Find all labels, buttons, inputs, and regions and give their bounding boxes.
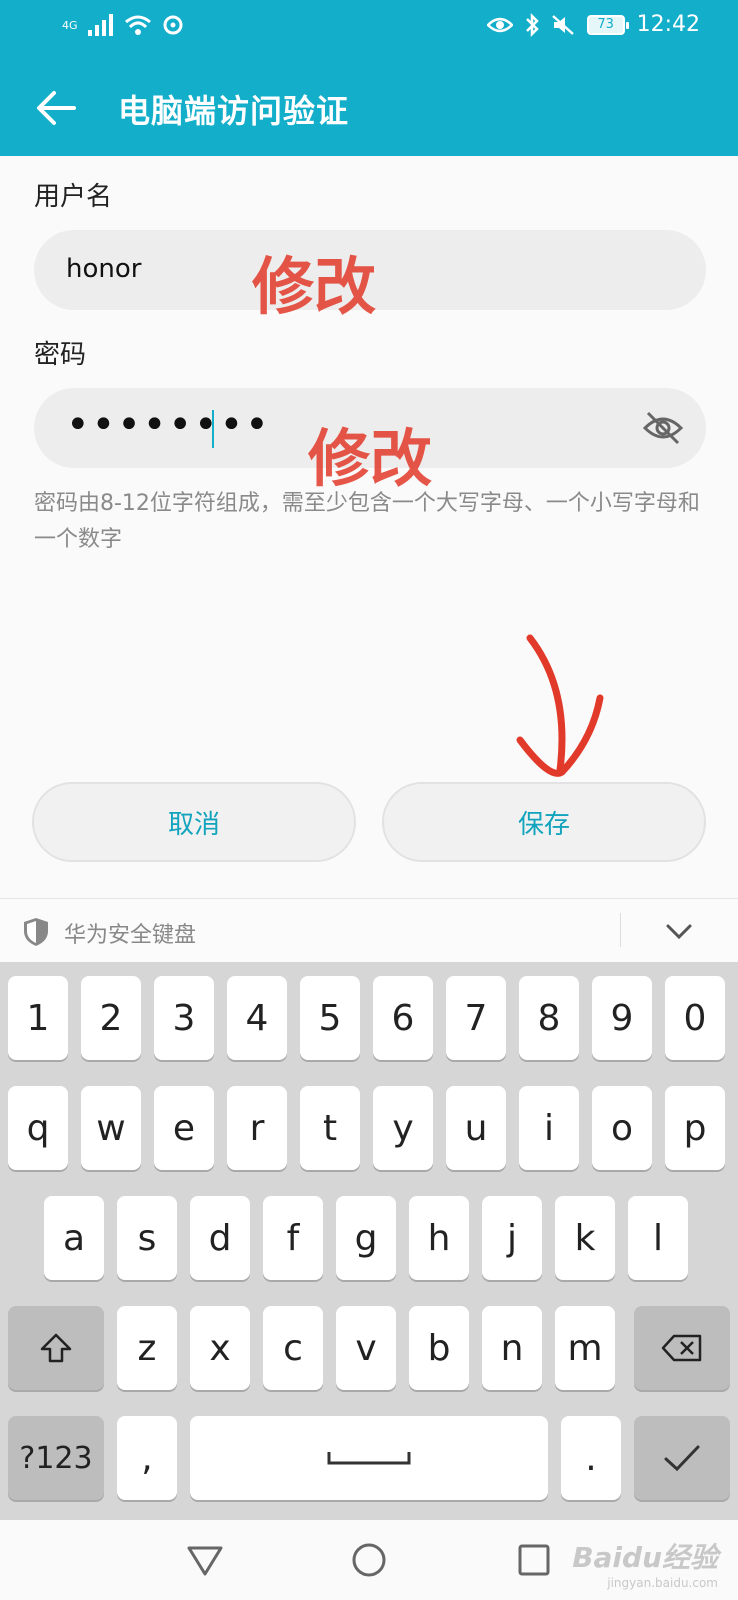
username-label: 用户名 xyxy=(34,182,113,212)
keyboard-header: 华为安全键盘 xyxy=(0,898,738,962)
bluetooth-icon xyxy=(525,12,539,37)
key[interactable]: d xyxy=(190,1196,250,1280)
key[interactable]: i xyxy=(519,1086,579,1170)
network-label: 4G xyxy=(62,18,78,32)
hotspot-icon xyxy=(163,15,183,35)
key[interactable]: 4 xyxy=(227,976,287,1060)
space-key[interactable] xyxy=(190,1416,548,1500)
status-bar: 4G 73 12:42 xyxy=(0,0,738,56)
key[interactable]: 7 xyxy=(446,976,506,1060)
key[interactable]: 8 xyxy=(519,976,579,1060)
key[interactable]: 0 xyxy=(665,976,725,1060)
symbols-key[interactable]: ?123 xyxy=(8,1416,104,1500)
key[interactable]: o xyxy=(592,1086,652,1170)
key[interactable]: v xyxy=(336,1306,396,1390)
password-label: 密码 xyxy=(34,340,87,370)
key[interactable]: s xyxy=(117,1196,177,1280)
annotation-edit-password: 修改 xyxy=(308,422,433,495)
key[interactable]: h xyxy=(409,1196,469,1280)
watermark-url: jingyan.baidu.com xyxy=(607,1576,718,1590)
mute-icon xyxy=(551,14,574,35)
key[interactable]: f xyxy=(263,1196,323,1280)
clock: 12:42 xyxy=(636,12,700,37)
save-button[interactable]: 保存 xyxy=(382,782,706,862)
watermark-brand: Baidu经验 xyxy=(572,1541,718,1574)
keyboard-title: 华为安全键盘 xyxy=(64,923,197,948)
key[interactable]: l xyxy=(628,1196,688,1280)
password-value: •••••••• xyxy=(66,402,271,448)
key[interactable]: c xyxy=(263,1306,323,1390)
eye-hidden-icon[interactable] xyxy=(642,408,684,448)
key[interactable]: a xyxy=(44,1196,104,1280)
shift-key[interactable] xyxy=(8,1306,104,1390)
chevron-down-icon[interactable] xyxy=(664,919,694,943)
backspace-key[interactable] xyxy=(634,1306,730,1390)
key[interactable]: y xyxy=(373,1086,433,1170)
header-divider xyxy=(620,913,621,947)
red-arrow-annotation xyxy=(516,634,604,777)
key[interactable]: b xyxy=(409,1306,469,1390)
key[interactable]: w xyxy=(81,1086,141,1170)
key[interactable]: g xyxy=(336,1196,396,1280)
key[interactable]: q xyxy=(8,1086,68,1170)
key[interactable]: e xyxy=(154,1086,214,1170)
key[interactable]: p xyxy=(665,1086,725,1170)
shield-icon xyxy=(24,918,48,946)
key[interactable]: t xyxy=(300,1086,360,1170)
username-value: honor xyxy=(66,254,142,284)
key[interactable]: z xyxy=(117,1306,177,1390)
system-nav-bar: Baidu经验 jingyan.baidu.com xyxy=(0,1520,738,1600)
key[interactable]: 6 xyxy=(373,976,433,1060)
watermark: Baidu经验 jingyan.baidu.com xyxy=(572,1536,718,1590)
key[interactable]: 3 xyxy=(154,976,214,1060)
page-title: 电脑端访问验证 xyxy=(118,92,350,130)
battery-indicator: 73 xyxy=(586,14,629,35)
shift-icon xyxy=(40,1333,72,1363)
key[interactable]: 1 xyxy=(8,976,68,1060)
key[interactable]: n xyxy=(482,1306,542,1390)
key[interactable]: 9 xyxy=(592,976,652,1060)
comma-key[interactable]: , xyxy=(117,1416,177,1500)
recents-square-icon[interactable] xyxy=(514,1540,554,1580)
key[interactable]: x xyxy=(190,1306,250,1390)
backspace-icon xyxy=(661,1334,702,1362)
home-circle-icon[interactable] xyxy=(349,1540,389,1580)
app-bar: 电脑端访问验证 xyxy=(0,56,738,156)
cancel-button[interactable]: 取消 xyxy=(32,782,356,862)
eye-comfort-icon xyxy=(486,17,513,32)
keyboard: 1 2 3 4 5 6 7 8 9 0 q w e r t y u i o p … xyxy=(0,962,738,1520)
key[interactable]: 5 xyxy=(300,976,360,1060)
key[interactable]: m xyxy=(555,1306,615,1390)
back-triangle-icon[interactable] xyxy=(185,1540,225,1580)
key[interactable]: j xyxy=(482,1196,542,1280)
space-bar-icon xyxy=(327,1452,411,1465)
password-hint: 密码由8-12位字符组成，需至少包含一个大写字母、一个小写字母和一个数字 xyxy=(34,491,700,552)
key[interactable]: k xyxy=(555,1196,615,1280)
status-left: 4G xyxy=(62,14,184,36)
period-key[interactable]: . xyxy=(561,1416,621,1500)
key[interactable]: 2 xyxy=(81,976,141,1060)
annotation-edit-username: 修改 xyxy=(252,250,377,323)
text-cursor xyxy=(212,410,214,448)
signal-icon xyxy=(87,14,113,36)
wifi-icon xyxy=(124,15,151,35)
status-right: 73 12:42 xyxy=(486,12,700,37)
key[interactable]: r xyxy=(227,1086,287,1170)
key[interactable]: u xyxy=(446,1086,506,1170)
enter-key[interactable] xyxy=(634,1416,730,1500)
back-arrow-icon[interactable] xyxy=(34,86,78,130)
checkmark-icon xyxy=(664,1445,700,1472)
